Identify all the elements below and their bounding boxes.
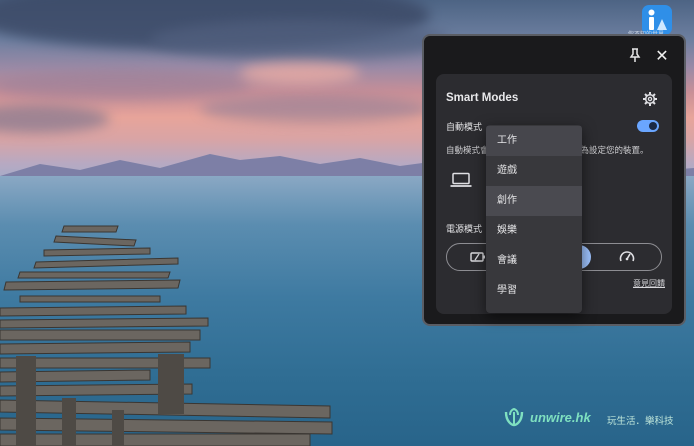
gear-icon[interactable] [642, 91, 658, 107]
feedback-link[interactable]: 意見回饋 [633, 278, 665, 289]
power-mode-label: 電源模式 [446, 225, 483, 235]
toggle-knob [649, 122, 657, 130]
menu-item-work[interactable]: 工作 [486, 126, 582, 156]
close-button[interactable]: ✕ [652, 46, 672, 66]
watermark-brand: unwire.hk [530, 410, 591, 425]
mode-dropdown-menu: 工作 遊戲 創作 娛樂 會議 學習 [486, 125, 582, 313]
menu-item-meeting[interactable]: 會議 [486, 246, 582, 276]
auto-mode-toggle[interactable] [637, 120, 659, 132]
pin-icon[interactable] [626, 46, 644, 64]
unwire-logo-icon [504, 407, 524, 427]
auto-mode-description-start: 自動模式會 [446, 146, 489, 156]
menu-item-gaming[interactable]: 遊戲 [486, 156, 582, 186]
menu-item-entertainment[interactable]: 娛樂 [486, 216, 582, 246]
card-title: Smart Modes [446, 92, 519, 104]
laptop-icon[interactable] [450, 172, 472, 188]
auto-mode-description-end: 行為設定您的裝置。 [572, 146, 649, 156]
menu-item-creation[interactable]: 創作 [486, 186, 582, 216]
performance-gauge-icon[interactable] [618, 248, 636, 266]
battery-saver-icon[interactable] [470, 250, 486, 264]
menu-item-learning[interactable]: 學習 [486, 276, 582, 306]
watermark-tagline: 玩生活．樂科技 [607, 416, 674, 427]
auto-mode-label: 自動模式 [446, 123, 483, 133]
